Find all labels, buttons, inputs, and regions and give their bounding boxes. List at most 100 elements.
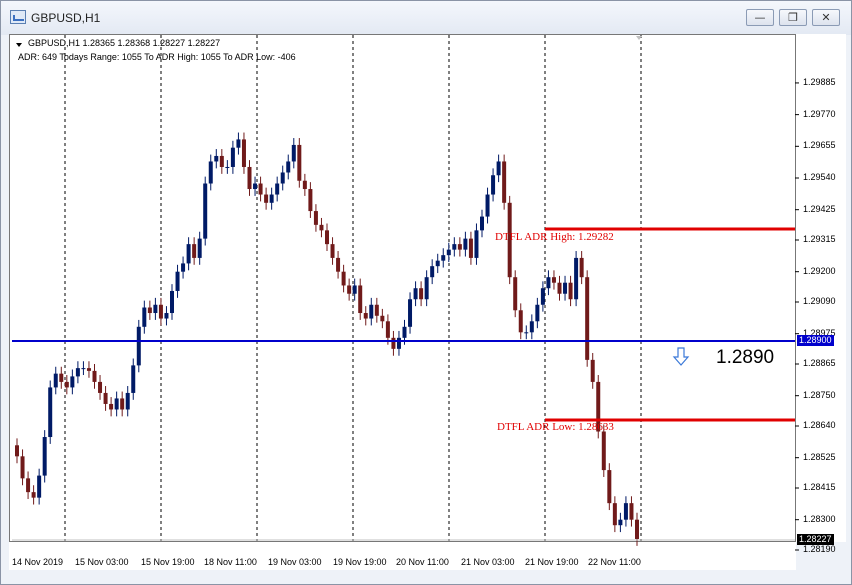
candle[interactable] (153, 297, 158, 320)
candle[interactable] (26, 471, 31, 500)
candle[interactable] (540, 281, 545, 312)
candle[interactable] (81, 361, 86, 376)
candle[interactable] (363, 306, 368, 326)
candle[interactable] (496, 154, 501, 183)
candle[interactable] (579, 251, 584, 285)
candle[interactable] (158, 297, 163, 326)
candle[interactable] (480, 209, 484, 238)
candle[interactable] (170, 284, 174, 320)
candle[interactable] (75, 361, 80, 384)
candle[interactable] (457, 237, 462, 257)
candle[interactable] (325, 223, 329, 252)
candle[interactable] (419, 281, 424, 307)
candle[interactable] (430, 259, 435, 285)
candle[interactable] (186, 237, 191, 271)
candle[interactable] (142, 300, 147, 334)
candle[interactable] (86, 361, 91, 378)
candle[interactable] (424, 270, 429, 307)
candle[interactable] (474, 223, 479, 265)
candle[interactable] (70, 369, 75, 395)
candle[interactable] (131, 358, 136, 400)
candle[interactable] (391, 330, 396, 356)
candle[interactable] (275, 176, 280, 202)
candle[interactable] (491, 168, 496, 202)
candle[interactable] (446, 242, 451, 263)
candle[interactable] (59, 366, 64, 389)
candle[interactable] (369, 297, 374, 326)
candle[interactable] (225, 160, 230, 174)
candle[interactable] (623, 496, 628, 527)
candle[interactable] (463, 231, 468, 257)
candle[interactable] (435, 253, 440, 274)
candle[interactable] (551, 270, 556, 290)
candle[interactable] (585, 270, 590, 367)
candle[interactable] (20, 449, 25, 486)
candle[interactable] (214, 149, 219, 169)
candle[interactable] (347, 278, 352, 301)
candle[interactable] (568, 275, 573, 307)
candle[interactable] (319, 217, 324, 238)
candle[interactable] (98, 375, 103, 400)
candle[interactable] (181, 256, 186, 279)
candle[interactable] (48, 380, 53, 444)
candle[interactable] (253, 176, 258, 196)
candle[interactable] (258, 176, 263, 202)
candle[interactable] (147, 300, 152, 320)
candle[interactable] (529, 314, 534, 340)
candle[interactable] (219, 149, 224, 174)
candle[interactable] (280, 165, 285, 191)
candle[interactable] (120, 391, 125, 417)
candle[interactable] (635, 512, 639, 546)
candle[interactable] (563, 275, 568, 301)
candle[interactable] (336, 251, 341, 279)
candle[interactable] (612, 496, 617, 533)
candle[interactable] (485, 187, 490, 224)
candle[interactable] (535, 297, 540, 329)
candle[interactable] (574, 251, 579, 307)
candle[interactable] (441, 248, 446, 268)
candle[interactable] (302, 173, 307, 196)
candle[interactable] (15, 438, 19, 464)
candle[interactable] (341, 264, 346, 293)
candle[interactable] (197, 231, 202, 265)
candle[interactable] (408, 292, 413, 334)
candle[interactable] (452, 237, 457, 257)
candle[interactable] (136, 319, 141, 373)
candle[interactable] (468, 231, 473, 265)
candle[interactable] (396, 330, 401, 356)
candle[interactable] (53, 366, 58, 395)
candle[interactable] (103, 386, 108, 411)
candle[interactable] (513, 270, 518, 318)
candle[interactable] (203, 176, 208, 246)
candle[interactable] (629, 496, 634, 527)
candle[interactable] (241, 132, 246, 174)
candle[interactable] (291, 138, 296, 169)
candle[interactable] (192, 237, 197, 265)
candle[interactable] (308, 182, 313, 218)
candle[interactable] (607, 463, 612, 511)
candle[interactable] (247, 160, 252, 196)
candle[interactable] (618, 512, 623, 533)
candle[interactable] (330, 237, 335, 265)
candle[interactable] (358, 278, 363, 320)
candle[interactable] (297, 138, 302, 188)
candle[interactable] (413, 281, 418, 307)
candle[interactable] (114, 391, 119, 417)
candle[interactable] (502, 154, 507, 210)
candle[interactable] (518, 303, 523, 340)
candle[interactable] (286, 154, 291, 180)
candle[interactable] (92, 364, 97, 389)
candle[interactable] (313, 204, 318, 232)
candle[interactable] (236, 132, 241, 155)
candle[interactable] (31, 485, 36, 505)
candle[interactable] (164, 306, 169, 326)
candle[interactable] (546, 270, 551, 296)
candle[interactable] (374, 297, 379, 323)
down-arrow-icon[interactable] (672, 346, 690, 368)
candle[interactable] (109, 397, 114, 417)
candle[interactable] (37, 468, 42, 505)
candle[interactable] (175, 264, 180, 298)
candle[interactable] (269, 187, 274, 210)
candle[interactable] (42, 430, 47, 483)
dropdown-triangle-icon[interactable] (16, 43, 22, 47)
